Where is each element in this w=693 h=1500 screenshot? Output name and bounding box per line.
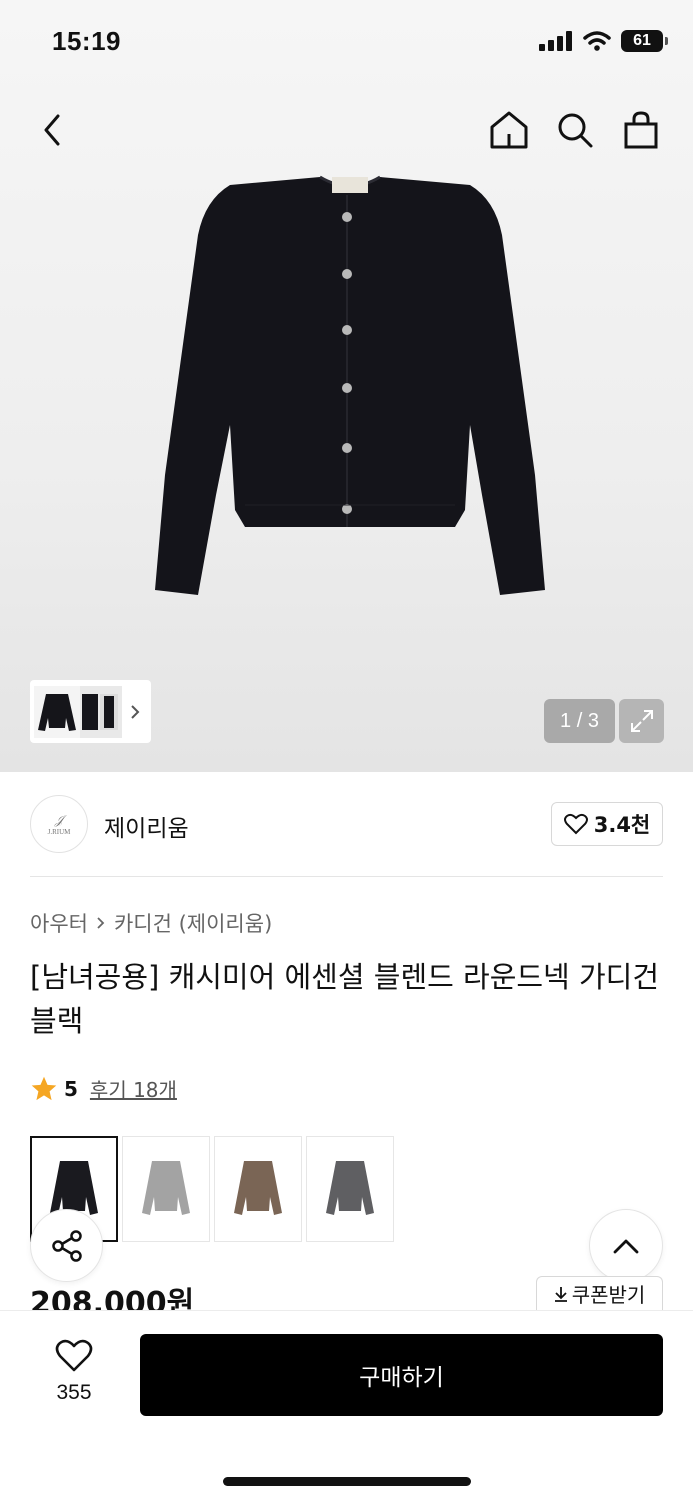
brand-like-button[interactable]: 3.4천 xyxy=(551,802,663,846)
swatch-image xyxy=(326,1161,374,1215)
wishlist-button[interactable]: 355 xyxy=(40,1339,108,1405)
chevron-up-icon xyxy=(613,1239,639,1253)
gallery-thumbnails xyxy=(34,685,122,738)
brand-logo-text: J.RIUM xyxy=(47,827,71,836)
brand-logo[interactable]: 𝒥 J.RIUM xyxy=(30,795,88,853)
shopping-bag-icon xyxy=(624,111,658,149)
breadcrumb-subcategory[interactable]: 카디건 (제이리움) xyxy=(114,908,272,938)
heart-icon xyxy=(563,813,588,835)
search-icon xyxy=(558,113,593,148)
expand-gallery-button[interactable] xyxy=(619,699,664,743)
home-button[interactable] xyxy=(487,106,531,154)
product-title: [남녀공용] 캐시미어 에센셜 블렌드 라운드넥 가디건 블랙 xyxy=(30,960,659,1038)
swatch-image xyxy=(142,1161,190,1215)
color-option-charcoal[interactable] xyxy=(306,1136,394,1242)
status-bar: 15:19 61 xyxy=(0,0,693,90)
color-option-gray[interactable] xyxy=(122,1136,210,1242)
wifi-icon xyxy=(583,31,611,51)
chevron-right-icon xyxy=(97,917,105,929)
brand-name[interactable]: 제이리움 xyxy=(104,809,189,843)
gallery-thumbnail-strip[interactable] xyxy=(30,680,151,743)
buy-button[interactable]: 구매하기 xyxy=(140,1334,663,1416)
expand-icon xyxy=(630,710,653,732)
bottom-action-bar: 355 구매하기 xyxy=(0,1310,693,1500)
breadcrumb-category[interactable]: 아우터 xyxy=(30,908,88,938)
swatch-image xyxy=(234,1161,282,1215)
scroll-to-top-button[interactable] xyxy=(589,1209,663,1282)
home-icon xyxy=(490,111,528,149)
chevron-left-icon xyxy=(44,114,60,146)
product-price: 208,000원 xyxy=(30,1286,195,1310)
share-icon xyxy=(51,1229,82,1262)
back-button[interactable] xyxy=(30,108,74,152)
breadcrumb: 아우터 카디건 (제이리움) xyxy=(30,908,272,938)
gallery-page-counter: 1 / 3 xyxy=(544,699,615,743)
wishlist-count: 355 xyxy=(56,1381,92,1404)
divider xyxy=(30,876,663,877)
product-rating: 5 후기 18개 xyxy=(30,1074,177,1103)
brand-row[interactable]: 𝒥 J.RIUM 제이리움 3.4천 xyxy=(30,795,663,855)
download-icon xyxy=(554,1286,567,1302)
cellular-signal-icon xyxy=(539,31,572,51)
product-image-gallery[interactable]: 1 / 3 xyxy=(0,0,693,772)
status-time: 15:19 xyxy=(52,26,121,56)
share-button[interactable] xyxy=(30,1209,103,1282)
battery-indicator: 61 xyxy=(621,30,668,52)
star-icon xyxy=(31,1076,57,1100)
color-option-brown[interactable] xyxy=(214,1136,302,1242)
coupon-label: 쿠폰받기 xyxy=(571,1283,646,1307)
cart-button[interactable] xyxy=(619,106,663,154)
rating-score: 5 xyxy=(64,1076,78,1101)
home-indicator xyxy=(223,1477,471,1486)
heart-icon xyxy=(55,1339,93,1372)
search-button[interactable] xyxy=(553,106,597,154)
product-main-image xyxy=(155,175,545,595)
brand-like-count: 3.4천 xyxy=(593,813,651,837)
coupon-button[interactable]: 쿠폰받기 xyxy=(536,1276,663,1310)
reviews-link[interactable]: 후기 18개 xyxy=(90,1074,177,1103)
chevron-right-icon xyxy=(131,704,140,719)
